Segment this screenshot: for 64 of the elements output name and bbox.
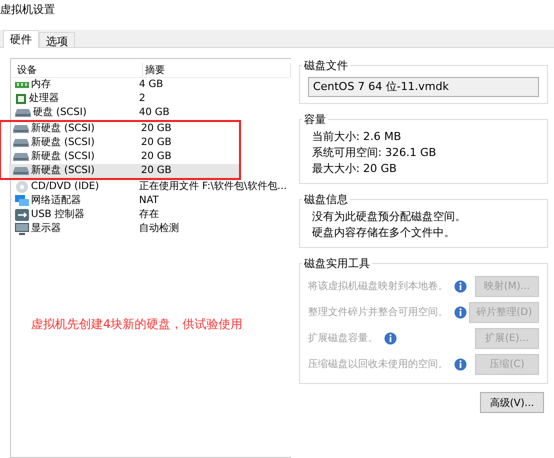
group-title: 磁盘实用工具 (302, 256, 371, 271)
device-name: 显示器 (31, 222, 61, 236)
utility-text: 压缩磁盘以回收未使用的空间。 (308, 358, 448, 371)
tab[interactable]: 硬件 (3, 30, 39, 48)
device-name: 新硬盘 (SCSI) (31, 150, 95, 164)
device-summary: 4 GB (139, 78, 164, 92)
device-summary: 20 GB (141, 164, 173, 178)
device-name: 新硬盘 (SCSI) (31, 122, 95, 136)
info-icon (384, 332, 397, 344)
memory-icon (15, 80, 29, 90)
device-name: 新硬盘 (SCSI) (31, 136, 95, 150)
column-header[interactable]: 设备 (15, 63, 143, 77)
capacity-text: 当前大小: 2.6 MB (310, 129, 402, 145)
utility-text: 扩展磁盘容量。 (308, 332, 378, 345)
device-summary: 2 (139, 92, 146, 106)
device-summary: 存在 (139, 208, 159, 222)
device-row[interactable]: 新硬盘 (SCSI) 20 GB (9, 150, 239, 164)
device-summary: 正在使用文件 F:\软件包\软件包... (139, 180, 287, 194)
advanced-button[interactable]: 高级(V)... (480, 392, 544, 413)
monitor-icon (15, 223, 29, 235)
info-text: 硬盘内容存储在多个文件中。 (310, 225, 456, 241)
device-name: 处理器 (29, 92, 59, 106)
device-summary: 20 GB (141, 122, 173, 136)
device-name: CD/DVD (IDE) (31, 180, 100, 194)
device-row[interactable]: 硬盘 (SCSI) 40 GB (11, 106, 291, 120)
info-icon (454, 280, 467, 292)
device-name: 内存 (31, 78, 51, 92)
column-header[interactable]: 摘要 (143, 63, 291, 77)
device-row[interactable]: CD/DVD (IDE) 正在使用文件 F:\软件包\软件包... (11, 180, 291, 194)
info-icon (454, 358, 467, 370)
info-icon (454, 306, 467, 318)
info-text: 没有为此硬盘预分配磁盘空间。 (310, 209, 467, 225)
device-summary: 自动检测 (139, 222, 179, 236)
device-summary: NAT (139, 194, 159, 208)
utility-text: 将该虚拟机磁盘映射到本地卷。 (308, 280, 448, 293)
device-name: 网络适配器 (31, 194, 81, 208)
device-row[interactable]: 网络适配器 NAT (11, 194, 291, 208)
file-path-field[interactable]: CentOS 7 64 位-11.vmdk (308, 77, 539, 97)
device-summary: 40 GB (139, 106, 170, 120)
device-row[interactable]: 新硬盘 (SCSI) 20 GB (9, 164, 239, 178)
annotation-text: 虚拟机先创建4块新的硬盘，供试验使用 (31, 316, 244, 333)
device-summary: 20 GB (141, 136, 173, 150)
device-row[interactable]: USB 控制器 存在 (11, 208, 291, 222)
group-title: 磁盘文件 (302, 58, 349, 73)
utility-text: 整理文件碎片并整合可用空间。 (308, 306, 448, 319)
usb-icon (15, 209, 29, 221)
device-row[interactable]: 新硬盘 (SCSI) 20 GB (9, 122, 239, 136)
capacity-text: 系统可用空间: 326.1 GB (310, 145, 438, 161)
window-title: 虚拟机设置 (0, 2, 56, 18)
device-row[interactable]: 显示器 自动检测 (11, 222, 291, 236)
group-title: 容量 (302, 112, 327, 127)
processor-icon (15, 93, 27, 105)
network-icon (15, 195, 29, 207)
tab[interactable]: 选项 (39, 32, 75, 47)
device-name: 硬盘 (SCSI) (33, 106, 87, 120)
group-title: 磁盘信息 (302, 192, 349, 207)
device-name: 新硬盘 (SCSI) (31, 164, 95, 178)
device-summary: 20 GB (141, 150, 173, 164)
capacity-text: 最大大小: 20 GB (310, 161, 398, 177)
device-row[interactable]: 处理器 2 (11, 92, 291, 106)
device-row[interactable]: 新硬盘 (SCSI) 20 GB (9, 136, 239, 150)
device-name: USB 控制器 (31, 208, 85, 222)
device-row[interactable]: 内存 4 GB (11, 78, 291, 92)
disc-icon (15, 180, 29, 194)
